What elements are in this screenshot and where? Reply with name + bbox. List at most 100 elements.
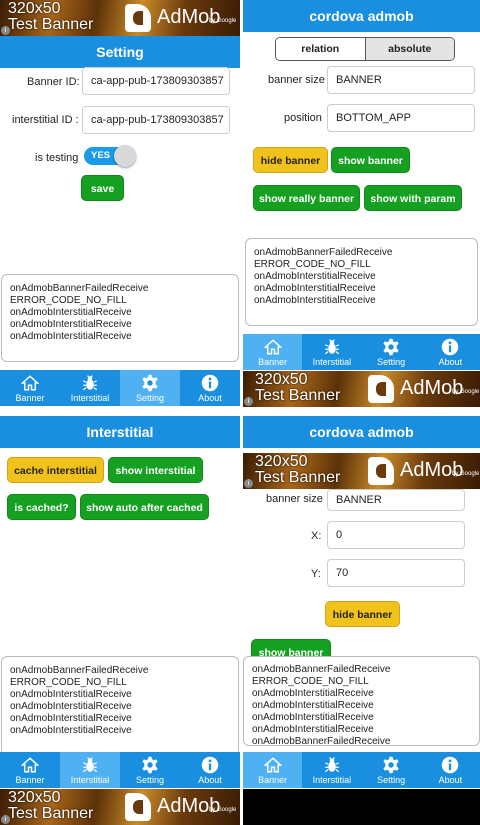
home-icon [21,756,39,774]
tab-about[interactable]: About [421,752,480,788]
show-banner-button[interactable]: show banner [331,147,410,173]
banner-absolute-screen: cordova admob 320x50 Test Banner AdMob by… [243,416,480,825]
tab-setting[interactable]: Setting [120,370,180,406]
y-field[interactable]: 70 [327,559,465,587]
empty-ad-area [243,789,480,825]
testing-label: is testing [35,152,79,164]
show-interstitial-button[interactable]: show interstitial [108,457,203,483]
position-label: position [284,112,322,124]
log-line: onAdmobBannerFailedReceive [252,664,391,675]
show-with-param-button[interactable]: show with param [364,185,462,211]
save-button[interactable]: save [81,175,124,201]
ad-banner[interactable]: 320x50 Test Banner AdMob by Google i [0,789,240,825]
admob-logo-icon [125,4,151,32]
ad-banner[interactable]: 320x50 Test Banner AdMob by Google i [243,371,480,407]
log-line: ERROR_CODE_NO_FILL [10,677,127,688]
page-title: cordova admob [243,416,480,448]
testing-toggle[interactable]: YES [84,145,136,167]
event-log: onAdmobBannerFailedReceive ERROR_CODE_NO… [245,238,478,326]
home-icon [264,756,282,774]
gear-icon [382,756,400,774]
ad-info-icon[interactable]: i [244,479,253,488]
tab-about[interactable]: About [421,334,480,370]
ad-banner[interactable]: 320x50 Test Banner AdMob by Google i [243,453,480,489]
bug-icon [323,756,341,774]
page-title: cordova admob [243,0,480,32]
banner-relation-screen: cordova admob relation absolute banner s… [243,0,480,408]
tab-about[interactable]: About [180,370,240,406]
ad-by-google: by Google [209,18,237,24]
ad-info-icon[interactable]: i [1,26,10,35]
position-field[interactable]: BOTTOM_APP [327,104,475,132]
bug-icon [81,756,99,774]
show-really-banner-button[interactable]: show really banner [253,185,360,211]
bottom-nav: Banner Interstitial Setting About [243,334,480,370]
admob-logo-icon [368,375,394,403]
toggle-label: YES [91,150,111,161]
event-log: onAdmobBannerFailedReceive ERROR_CODE_NO… [1,274,239,362]
event-log: onAdmobBannerFailedReceive ERROR_CODE_NO… [243,656,480,746]
is-cached-button[interactable]: is cached? [7,494,76,520]
banner-size-field[interactable]: BANNER [327,489,465,511]
tab-interstitial[interactable]: Interstitial [302,334,361,370]
bug-icon [323,338,341,356]
tab-banner[interactable]: Banner [243,752,303,788]
info-icon [441,756,459,774]
show-auto-button[interactable]: show auto after cached [80,494,209,520]
ad-by-google: by Google [452,389,480,395]
info-icon [201,756,219,774]
tab-setting[interactable]: Setting [120,752,180,788]
ad-by-google: by Google [209,807,237,813]
admob-logo-icon [125,793,151,821]
bottom-nav: Banner Interstitial Setting About [0,752,240,788]
tab-interstitial[interactable]: Interstitial [60,752,120,788]
banner-id-field[interactable]: ca-app-pub-173809303857 [82,67,230,95]
tab-setting[interactable]: Setting [362,334,421,370]
tab-banner[interactable]: Banner [243,334,303,370]
ad-banner[interactable]: 320x50 Test Banner AdMob by Google i [0,0,240,36]
x-label: X: [311,530,322,542]
log-line: onAdmobInterstitialReceive [252,700,374,711]
banner-size-label: banner size [268,74,325,86]
ad-by-google: by Google [452,471,480,477]
log-line: ERROR_CODE_NO_FILL [252,676,369,687]
event-log: onAdmobBannerFailedReceive ERROR_CODE_NO… [1,656,239,756]
info-icon [441,338,459,356]
log-line: ERROR_CODE_NO_FILL [254,259,371,270]
interstitial-id-field[interactable]: ca-app-pub-173809303857 [82,106,230,134]
gear-icon [141,374,159,392]
tab-interstitial[interactable]: Interstitial [60,370,120,406]
page-title: Interstitial [0,416,240,448]
bottom-nav: Banner Interstitial Setting About [243,752,480,788]
log-line: onAdmobInterstitialReceive [10,319,132,330]
segment-relation[interactable]: relation [276,38,365,60]
log-line: ERROR_CODE_NO_FILL [10,295,127,306]
divider [0,408,480,416]
banner-size-field[interactable]: BANNER [327,66,475,94]
log-line: onAdmobBannerFailedReceive [10,665,149,676]
x-field[interactable]: 0 [327,521,465,549]
mode-segmented-control: relation absolute [275,37,455,61]
gear-icon [141,756,159,774]
tab-about[interactable]: About [180,752,240,788]
ad-text: 320x50 Test Banner [255,453,341,486]
tab-interstitial[interactable]: Interstitial [302,752,361,788]
segment-absolute[interactable]: absolute [364,38,454,60]
ad-text: 320x50 Test Banner [8,0,94,33]
log-line: onAdmobInterstitialReceive [10,713,132,724]
hide-banner-button[interactable]: hide banner [253,147,328,173]
hide-banner-button[interactable]: hide banner [325,601,400,627]
log-line: onAdmobInterstitialReceive [254,271,376,282]
bottom-nav: Banner Interstitial Setting About [0,370,240,406]
log-line: onAdmobInterstitialReceive [10,307,132,318]
ad-info-icon[interactable]: i [1,815,10,824]
log-line: onAdmobInterstitialReceive [252,688,374,699]
home-icon [264,338,282,356]
tab-banner[interactable]: Banner [0,370,60,406]
log-line: onAdmobInterstitialReceive [252,724,374,735]
tab-banner[interactable]: Banner [0,752,60,788]
cache-interstitial-button[interactable]: cache interstitial [7,457,104,483]
ad-info-icon[interactable]: i [244,397,253,406]
tab-setting[interactable]: Setting [362,752,421,788]
info-icon [201,374,219,392]
